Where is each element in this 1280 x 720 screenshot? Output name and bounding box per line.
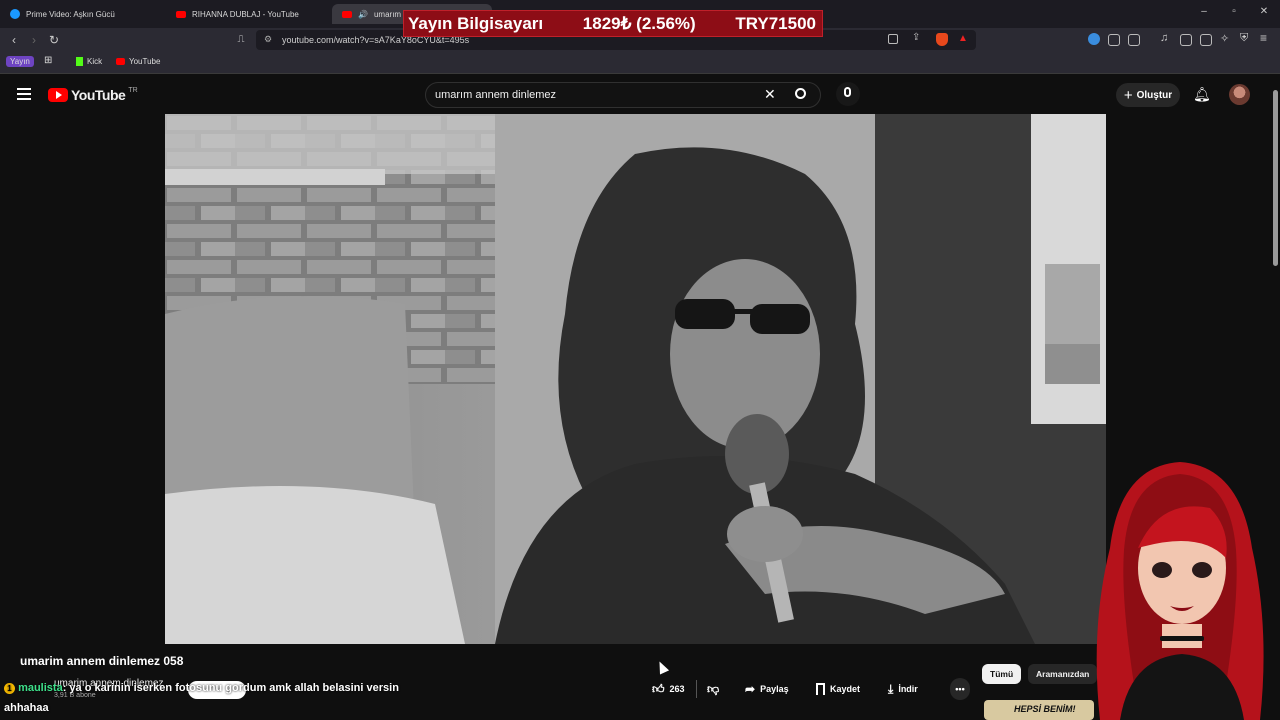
site-info-icon[interactable]: ⚙: [264, 34, 272, 45]
leo-icon[interactable]: ✧: [1220, 32, 1229, 45]
brave-shield-icon[interactable]: [936, 33, 948, 46]
clear-search-icon[interactable]: ✕: [764, 86, 776, 103]
menu-icon[interactable]: ≡: [1260, 31, 1267, 45]
chat-message-continued: ahhahaa: [4, 702, 49, 714]
maximize-icon[interactable]: ▫: [1226, 6, 1242, 17]
tab-label: RIHANNA DUBLAJ - YouTube: [192, 9, 299, 19]
music-icon[interactable]: ♫: [1160, 32, 1168, 44]
reload-icon[interactable]: ↻: [46, 32, 62, 48]
save-bookmark-icon: [816, 683, 825, 695]
ticker-price: TRY71500: [735, 13, 816, 33]
like-divider: [696, 680, 697, 698]
avatar[interactable]: [1229, 84, 1250, 105]
chat-text: : ya o karinin iserken fotosunu gordum a…: [62, 682, 399, 694]
share-button[interactable]: ➦ Paylaş: [745, 678, 789, 700]
bookmark-label: Yayın: [10, 57, 30, 66]
plus-icon: +: [1123, 86, 1133, 104]
chat-badge: 1: [4, 683, 15, 694]
video-frame: [165, 114, 1106, 644]
bookmark-label: Kick: [87, 57, 103, 66]
apps-grid-icon[interactable]: ⊞: [44, 55, 52, 66]
logo-region: TR: [128, 87, 138, 94]
download-icon: ⤓: [888, 681, 894, 696]
share-label: Paylaş: [760, 684, 789, 694]
chip-from-search[interactable]: Aramanızdan: [1028, 664, 1098, 684]
thumbs-down-icon: 👎︎: [707, 681, 720, 696]
hamburger-menu-icon[interactable]: [17, 88, 31, 100]
youtube-play-logo-icon: [48, 88, 68, 102]
chip-all[interactable]: Tümü: [982, 664, 1022, 684]
ticker-change: 1829₺ (2.56%): [582, 13, 696, 33]
save-button[interactable]: Kaydet: [816, 678, 860, 700]
dislike-button[interactable]: 👎︎: [707, 678, 719, 700]
extension-icon[interactable]: [1088, 33, 1100, 45]
create-label: Oluştur: [1136, 89, 1173, 101]
download-label: İndir: [898, 684, 918, 694]
save-label: Kaydet: [830, 684, 861, 694]
like-count: 263: [669, 684, 685, 694]
chip-label: Tümü: [990, 669, 1014, 679]
bookmark-youtube[interactable]: YouTube: [116, 57, 160, 66]
youtube-icon: [342, 10, 352, 18]
page-scrollbar[interactable]: [1270, 76, 1280, 720]
search-value[interactable]: umarım annem dinlemez: [435, 89, 556, 101]
bookmark-yayin[interactable]: Yayın: [6, 56, 34, 67]
bookmark-kick[interactable]: Kick: [76, 57, 102, 66]
youtube-logo[interactable]: YouTube TR: [48, 87, 138, 103]
speaker-icon: 🔊: [358, 9, 368, 19]
share-icon[interactable]: ⇪: [912, 32, 920, 43]
bookmark-icon[interactable]: ⎍: [233, 32, 249, 48]
share-arrow-icon: ➦: [745, 682, 756, 696]
minimize-icon[interactable]: –: [1196, 6, 1212, 17]
voice-search-button[interactable]: [836, 82, 860, 106]
youtube-header: YouTube TR umarım annem dinlemez ✕ + Olu…: [0, 76, 1280, 114]
thumbnail-text: HEPSİ BENİM!: [1014, 704, 1076, 714]
thumbs-up-icon: 👍︎: [652, 681, 665, 696]
logo-text: YouTube: [71, 87, 126, 103]
search-input[interactable]: umarım annem dinlemez ✕: [425, 82, 821, 108]
more-icon: •••: [955, 684, 965, 694]
tab-prime-video[interactable]: Prime Video: Aşkın Gücü: [0, 4, 166, 24]
search-icon[interactable]: [795, 88, 806, 99]
back-icon[interactable]: ‹: [6, 32, 22, 48]
tab-label: Prime Video: Aşkın Gücü: [26, 9, 115, 19]
sidebar-icon[interactable]: [1180, 34, 1192, 46]
youtube-icon: [116, 58, 125, 65]
more-actions-button[interactable]: •••: [950, 678, 970, 700]
kick-icon: [76, 57, 83, 66]
mouse-cursor-icon: [654, 659, 670, 675]
streamer-avatar-overlay: [1096, 462, 1264, 720]
scrollbar-thumb[interactable]: [1273, 90, 1278, 266]
bookmark-label: YouTube: [129, 57, 161, 66]
screen-icon[interactable]: [888, 34, 898, 44]
vpn-icon[interactable]: ⛨: [1240, 32, 1248, 45]
wallet-icon[interactable]: [1128, 34, 1140, 46]
tab-rihanna-dublaj[interactable]: RIHANNA DUBLAJ - YouTube: [166, 4, 332, 24]
chip-label: Aramanızdan: [1036, 669, 1090, 679]
youtube-icon: [176, 10, 186, 18]
microphone-icon: [844, 87, 851, 97]
forward-icon[interactable]: ›: [26, 32, 42, 48]
recommended-video-thumbnail[interactable]: HEPSİ BENİM!: [984, 700, 1094, 720]
bookmarks-bar: Yayın ⊞ Kick YouTube: [0, 52, 1280, 74]
chat-username: maulista: [18, 682, 63, 694]
download-button[interactable]: ⤓ İndir: [888, 678, 918, 700]
brave-rewards-icon[interactable]: ▲: [958, 33, 968, 44]
prime-video-icon: [10, 9, 20, 19]
close-icon[interactable]: ✕: [1256, 6, 1272, 17]
tabs-icon[interactable]: [1200, 34, 1212, 46]
create-button[interactable]: + Oluştur: [1116, 83, 1180, 107]
puzzle-icon[interactable]: [1108, 34, 1120, 46]
video-title: umarim annem dinlemez 058: [20, 654, 184, 668]
like-button[interactable]: 👍︎ 263: [652, 678, 685, 700]
stream-price-ticker: Yayın Bilgisayarı 1829₺ (2.56%) TRY71500: [403, 10, 823, 37]
ticker-name: Yayın Bilgisayarı: [408, 13, 544, 33]
chat-message: 1 maulista: ya o karinin iserken fotosun…: [4, 682, 399, 694]
video-player[interactable]: [165, 114, 1106, 644]
notifications-bell-icon[interactable]: 🔔︎: [1193, 86, 1211, 103]
